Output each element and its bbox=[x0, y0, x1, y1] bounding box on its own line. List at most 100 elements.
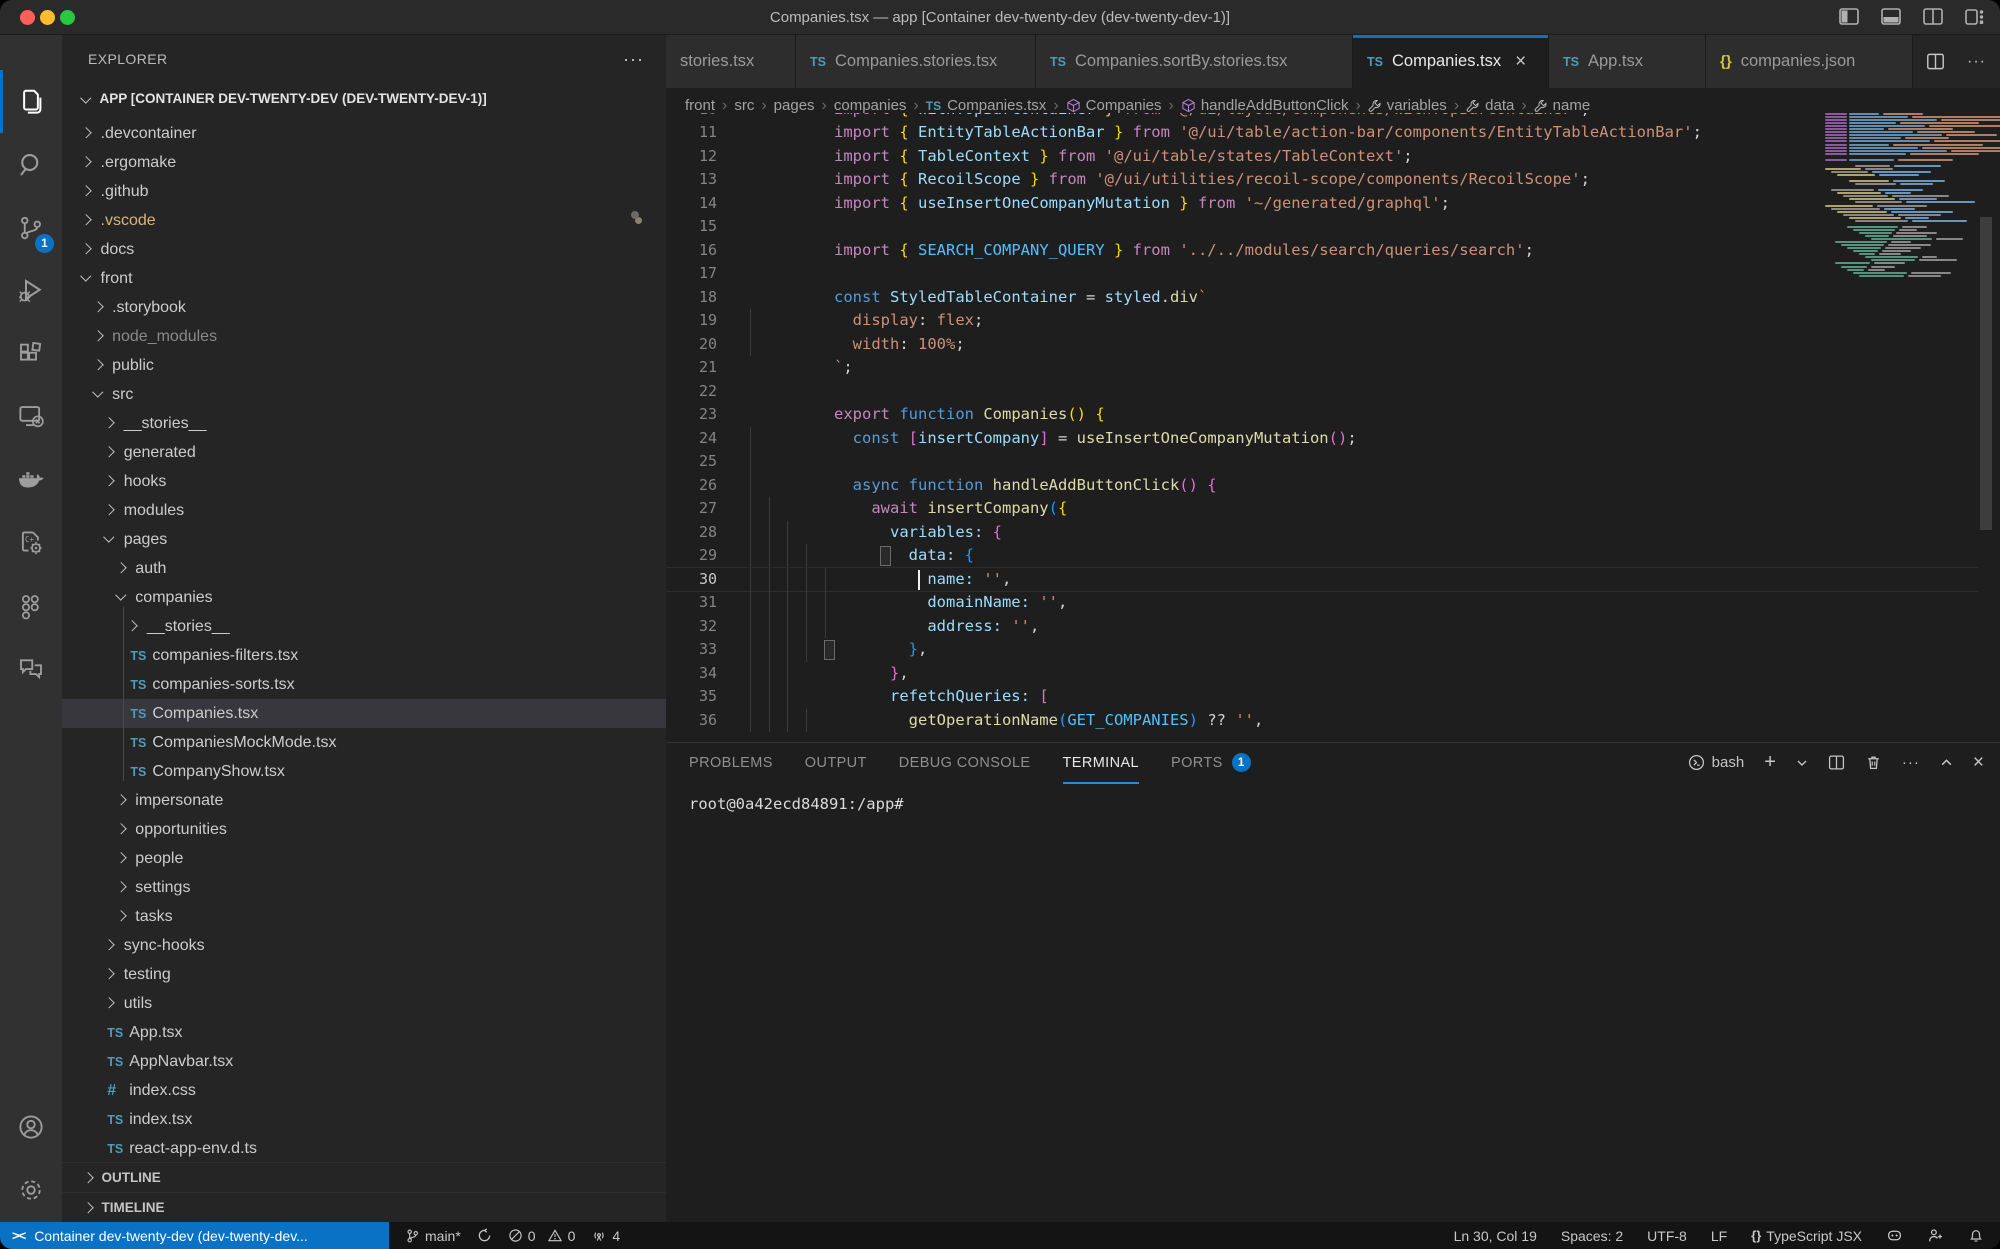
activity-bar-item-run-debug[interactable] bbox=[0, 259, 62, 322]
panel-tab-terminal[interactable]: TERMINAL bbox=[1063, 753, 1140, 784]
activity-bar-item-remote-explorer[interactable] bbox=[0, 385, 62, 448]
tree-folder-.ergomake[interactable]: .ergomake bbox=[62, 148, 666, 177]
panel-more-icon[interactable]: ··· bbox=[1902, 754, 1920, 771]
sidebar-section-outline[interactable]: OUTLINE bbox=[62, 1162, 666, 1192]
notifications-bell-icon[interactable] bbox=[1968, 1227, 1984, 1244]
tree-folder-generated[interactable]: generated bbox=[62, 438, 666, 467]
kill-terminal-trash-icon[interactable] bbox=[1865, 754, 1882, 771]
breadcrumb-item-name[interactable]: name bbox=[1534, 97, 1591, 114]
editor-scrollbar[interactable] bbox=[1980, 217, 1992, 530]
breadcrumb-item-handleAddButtonClick[interactable]: handleAddButtonClick bbox=[1181, 97, 1349, 114]
tree-folder-auth[interactable]: auth bbox=[62, 554, 666, 583]
panel-tab-ports[interactable]: PORTS1 bbox=[1171, 753, 1251, 784]
editor-tab-stories.tsx[interactable]: stories.tsx bbox=[666, 35, 796, 88]
tree-folder-testing[interactable]: testing bbox=[62, 960, 666, 989]
tree-folder-people[interactable]: people bbox=[62, 844, 666, 873]
customize-layout-icon[interactable] bbox=[1964, 6, 1986, 28]
tree-folder-front[interactable]: front bbox=[62, 264, 666, 293]
editor-tab-App.tsx[interactable]: TSApp.tsx bbox=[1549, 35, 1706, 88]
split-editor-icon[interactable] bbox=[1926, 52, 1945, 71]
tree-file-react-app-env.d.ts[interactable]: TSreact-app-env.d.ts bbox=[62, 1134, 666, 1163]
breadcrumb-item-variables[interactable]: variables bbox=[1368, 97, 1447, 114]
breadcrumb-item-Companies[interactable]: Companies bbox=[1066, 97, 1162, 114]
maximize-panel-icon[interactable] bbox=[1940, 756, 1953, 769]
activity-bar-item-extension-grid[interactable] bbox=[0, 574, 62, 637]
tree-file-companies-filters.tsx[interactable]: TScompanies-filters.tsx bbox=[62, 641, 666, 670]
breadcrumb-item-front[interactable]: front bbox=[685, 97, 715, 114]
tree-file-companies-sorts.tsx[interactable]: TScompanies-sorts.tsx bbox=[62, 670, 666, 699]
ports-status[interactable]: 4 bbox=[591, 1228, 620, 1244]
activity-bar-item-files[interactable] bbox=[0, 70, 62, 133]
tree-folder-.storybook[interactable]: .storybook bbox=[62, 293, 666, 322]
toggle-panel-icon[interactable] bbox=[1880, 6, 1902, 28]
close-panel-icon[interactable]: × bbox=[1973, 752, 1984, 774]
tree-file-index.css[interactable]: #index.css bbox=[62, 1076, 666, 1105]
activity-bar-item-code-settings[interactable]: C+ bbox=[0, 511, 62, 574]
git-branch-status[interactable]: main* bbox=[405, 1228, 461, 1244]
tree-folder-opportunities[interactable]: opportunities bbox=[62, 815, 666, 844]
language-mode[interactable]: {} TypeScript JSX bbox=[1751, 1228, 1862, 1244]
tree-file-AppNavbar.tsx[interactable]: TSAppNavbar.tsx bbox=[62, 1047, 666, 1076]
problems-status[interactable]: 0 0 bbox=[508, 1228, 576, 1244]
editor-tab-companies.json[interactable]: {}companies.json bbox=[1706, 35, 1913, 88]
tree-folder-impersonate[interactable]: impersonate bbox=[62, 786, 666, 815]
tree-file-index.tsx[interactable]: TSindex.tsx bbox=[62, 1105, 666, 1134]
breadcrumb-item-companies[interactable]: companies bbox=[834, 97, 907, 114]
activity-bar-item-comments[interactable] bbox=[0, 637, 62, 700]
cursor-position[interactable]: Ln 30, Col 19 bbox=[1454, 1228, 1537, 1244]
tree-folder-__stories__[interactable]: __stories__ bbox=[62, 612, 666, 641]
split-layout-icon[interactable] bbox=[1922, 6, 1944, 28]
tree-folder-companies[interactable]: companies bbox=[62, 583, 666, 612]
activity-bar-item-account[interactable] bbox=[0, 1095, 62, 1158]
sidebar-section-timeline[interactable]: TIMELINE bbox=[62, 1192, 666, 1222]
activity-bar-item-extensions[interactable] bbox=[0, 322, 62, 385]
remote-indicator[interactable]: >< Container dev-twenty-dev (dev-twenty-… bbox=[0, 1222, 389, 1249]
panel-tab-debug-console[interactable]: DEBUG CONSOLE bbox=[899, 753, 1031, 784]
terminal-dropdown-icon[interactable] bbox=[1796, 757, 1808, 769]
close-tab-icon[interactable]: × bbox=[1515, 51, 1526, 73]
tree-folder-pages[interactable]: pages bbox=[62, 525, 666, 554]
tree-file-App.tsx[interactable]: TSApp.tsx bbox=[62, 1018, 666, 1047]
tree-folder-tasks[interactable]: tasks bbox=[62, 902, 666, 931]
editor-tab-Companies.sortBy.stories.tsx[interactable]: TSCompanies.sortBy.stories.tsx bbox=[1036, 35, 1353, 88]
breadcrumb-item-data[interactable]: data bbox=[1466, 97, 1514, 114]
shell-selector[interactable]: bash bbox=[1688, 754, 1745, 771]
tree-folder-public[interactable]: public bbox=[62, 351, 666, 380]
encoding-setting[interactable]: UTF-8 bbox=[1647, 1228, 1687, 1244]
tree-file-Companies.tsx[interactable]: TSCompanies.tsx bbox=[62, 699, 666, 728]
tree-folder-.github[interactable]: .github bbox=[62, 177, 666, 206]
breadcrumb-item-pages[interactable]: pages bbox=[774, 97, 815, 114]
tree-file-CompanyShow.tsx[interactable]: TSCompanyShow.tsx bbox=[62, 757, 666, 786]
editor-tab-Companies.tsx[interactable]: TSCompanies.tsx× bbox=[1353, 35, 1549, 88]
eol-setting[interactable]: LF bbox=[1711, 1228, 1727, 1244]
tree-folder-docs[interactable]: docs bbox=[62, 235, 666, 264]
tree-folder-__stories__[interactable]: __stories__ bbox=[62, 409, 666, 438]
tree-folder-node_modules[interactable]: node_modules bbox=[62, 322, 666, 351]
editor-more-actions-icon[interactable]: ··· bbox=[1967, 53, 1986, 71]
tree-folder-sync-hooks[interactable]: sync-hooks bbox=[62, 931, 666, 960]
tree-folder-src[interactable]: src bbox=[62, 380, 666, 409]
tree-file-CompaniesMockMode.tsx[interactable]: TSCompaniesMockMode.tsx bbox=[62, 728, 666, 757]
indentation-setting[interactable]: Spaces: 2 bbox=[1561, 1228, 1623, 1244]
explorer-more-actions-icon[interactable]: ··· bbox=[623, 49, 644, 70]
tree-folder-.vscode[interactable]: .vscode bbox=[62, 206, 666, 235]
tree-folder-settings[interactable]: settings bbox=[62, 873, 666, 902]
breadcrumb-item-src[interactable]: src bbox=[734, 97, 754, 114]
tree-folder-utils[interactable]: utils bbox=[62, 989, 666, 1018]
editor-tab-Companies.stories.tsx[interactable]: TSCompanies.stories.tsx bbox=[796, 35, 1036, 88]
activity-bar-item-search[interactable] bbox=[0, 133, 62, 196]
panel-tab-output[interactable]: OUTPUT bbox=[805, 753, 867, 784]
breadcrumb-item-Companies.tsx[interactable]: TSCompanies.tsx bbox=[926, 97, 1047, 114]
activity-bar-item-docker[interactable] bbox=[0, 448, 62, 511]
split-terminal-icon[interactable] bbox=[1828, 754, 1845, 771]
tree-folder-modules[interactable]: modules bbox=[62, 496, 666, 525]
workspace-section-header[interactable]: APP [CONTAINER DEV-TWENTY-DEV (DEV-TWENT… bbox=[62, 83, 666, 113]
new-terminal-icon[interactable]: + bbox=[1764, 751, 1776, 774]
tree-folder-hooks[interactable]: hooks bbox=[62, 467, 666, 496]
panel-tab-problems[interactable]: PROBLEMS bbox=[689, 753, 773, 784]
terminal-prompt[interactable]: root@0a42ecd84891:/app# bbox=[689, 795, 904, 813]
activity-bar-item-settings-gear[interactable] bbox=[0, 1158, 62, 1221]
sync-changes-button[interactable] bbox=[477, 1228, 492, 1243]
feedback-icon[interactable] bbox=[1927, 1227, 1944, 1244]
tree-folder-.devcontainer[interactable]: .devcontainer bbox=[62, 119, 666, 148]
